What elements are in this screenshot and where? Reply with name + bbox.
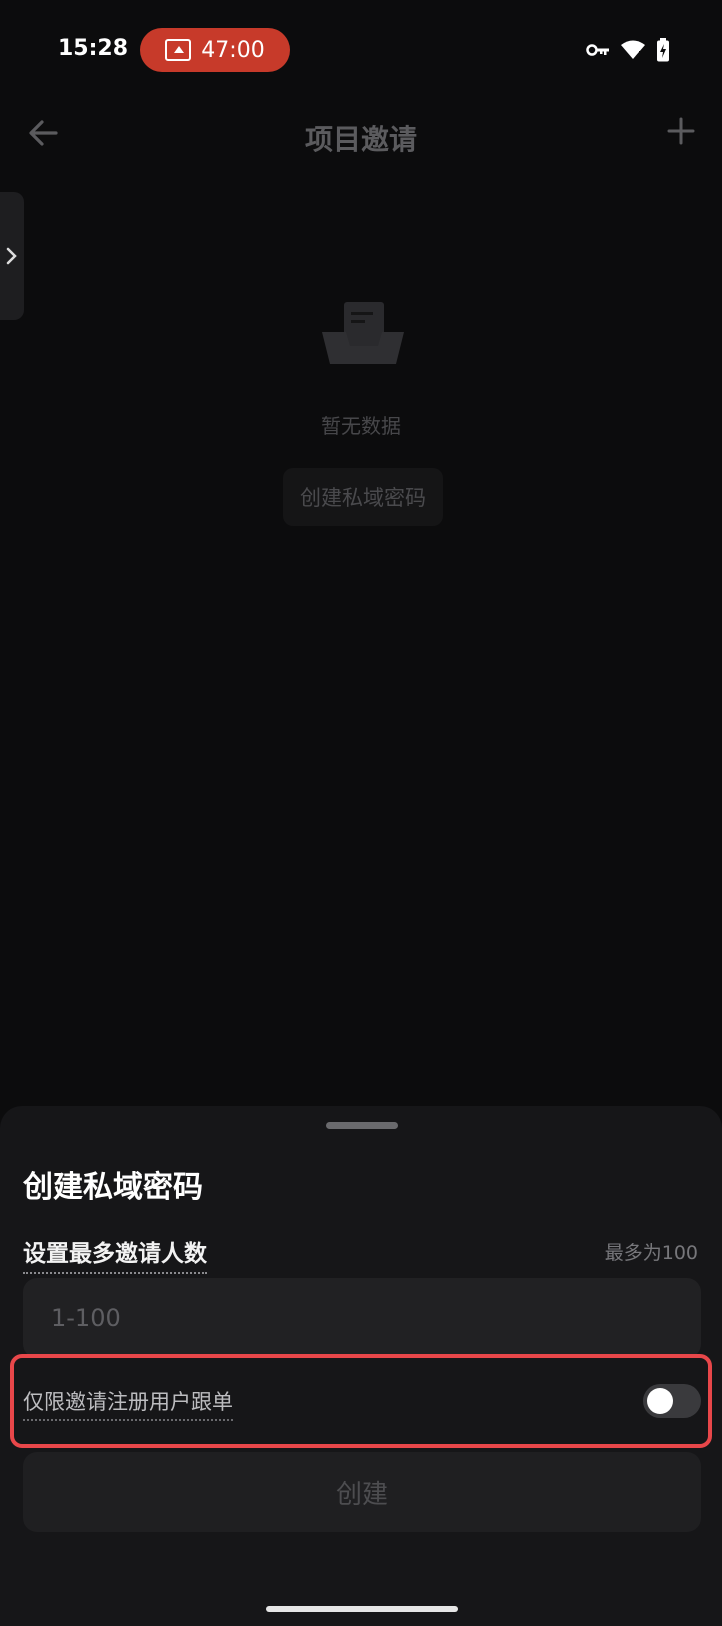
empty-state-message: 暂无数据 xyxy=(321,414,401,438)
plus-icon[interactable] xyxy=(666,116,696,146)
vpn-key-icon xyxy=(586,44,609,56)
max-invite-input[interactable] xyxy=(23,1278,701,1358)
wifi-icon xyxy=(621,40,645,59)
chevron-right-icon xyxy=(6,247,17,265)
registered-only-toggle-row: 仅限邀请注册用户跟单 xyxy=(23,1374,701,1426)
screen-record-icon xyxy=(165,39,192,61)
bottom-sheet: 创建私域密码 设置最多邀请人数 最多为100 仅限邀请注册用户跟单 创建 xyxy=(0,1106,722,1626)
status-time: 15:28 xyxy=(58,36,129,61)
registered-only-toggle[interactable] xyxy=(643,1384,701,1418)
sheet-title: 创建私域密码 xyxy=(23,1170,203,1205)
status-bar: 15:28 47:00 xyxy=(0,0,722,100)
screen-record-pill[interactable]: 47:00 xyxy=(140,28,290,72)
screen: 15:28 47:00 项目邀请 暂无数据 创建私域密码 创建私域密码 设置最多… xyxy=(0,0,722,1626)
side-drawer-tab[interactable] xyxy=(0,192,24,320)
home-indicator[interactable] xyxy=(266,1606,458,1612)
registered-only-label: 仅限邀请注册用户跟单 xyxy=(23,1386,233,1421)
battery-charging-icon xyxy=(657,38,669,62)
page-title: 项目邀请 xyxy=(304,123,417,156)
sheet-drag-handle[interactable] xyxy=(326,1122,398,1129)
app-header: 项目邀请 xyxy=(0,100,722,170)
recording-timer: 47:00 xyxy=(201,37,265,63)
create-button[interactable]: 创建 xyxy=(23,1452,701,1532)
empty-box-icon xyxy=(322,302,404,364)
status-icons xyxy=(586,38,670,62)
max-invite-label: 设置最多邀请人数 xyxy=(23,1234,207,1274)
max-invite-hint: 最多为100 xyxy=(604,1242,698,1264)
create-private-password-button[interactable]: 创建私域密码 xyxy=(283,468,443,526)
toggle-knob xyxy=(647,1388,673,1414)
